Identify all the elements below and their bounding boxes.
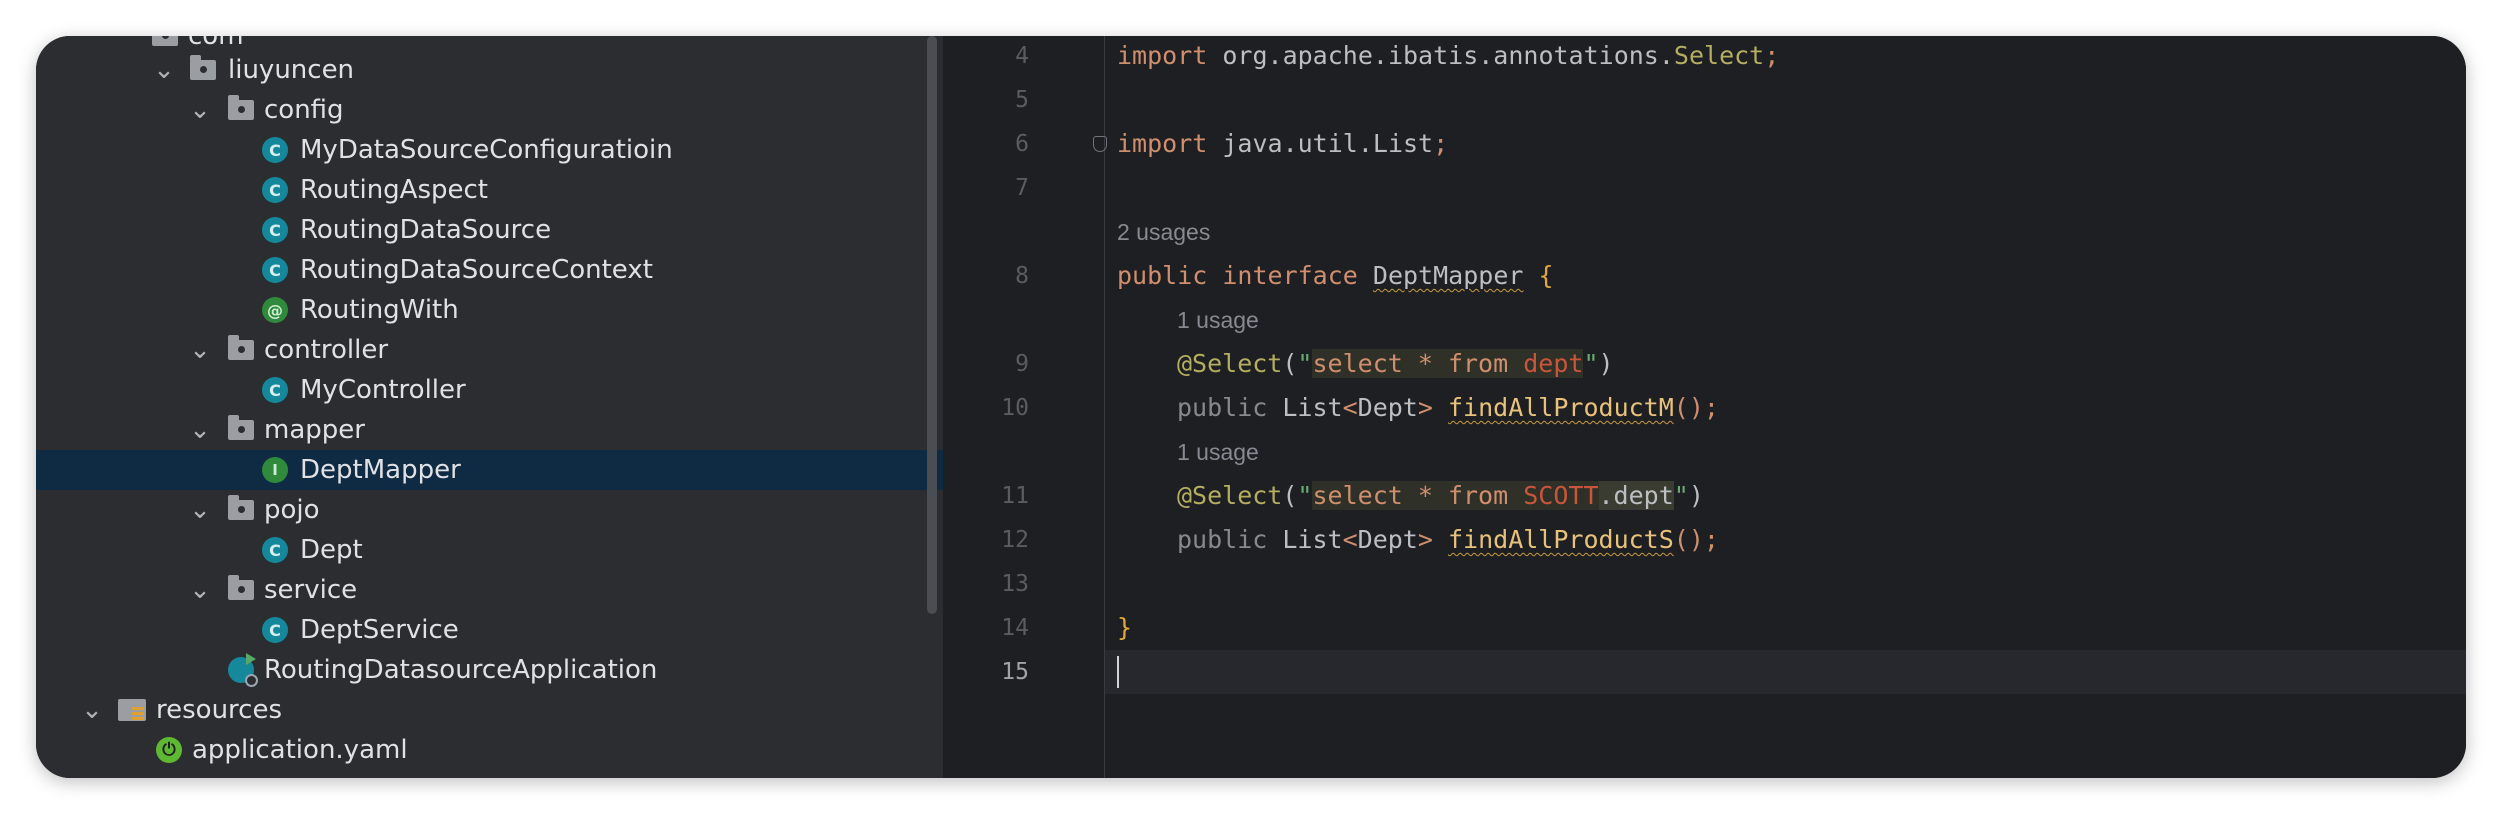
line-number: 13 [1001, 571, 1029, 597]
code-editor[interactable]: import org.apache.ibatis.annotations.Sel… [1093, 36, 2466, 778]
tree-row-mapper[interactable]: ⌄ mapper [36, 410, 943, 450]
tree-row-config[interactable]: ⌄ config [36, 90, 943, 130]
class-icon: C [262, 217, 288, 243]
tree-row-mycontroller[interactable]: C MyController [36, 370, 943, 410]
resources-folder-icon [118, 699, 146, 721]
tree-label: controller [264, 335, 389, 365]
line-number: 8 [1015, 263, 1029, 289]
tree-label: application.yaml [192, 735, 408, 765]
spring-app-class-icon [228, 653, 258, 687]
chevron-down-icon[interactable]: ⌄ [152, 55, 176, 85]
tree-label: liuyuncen [228, 55, 355, 85]
class-icon: C [262, 177, 288, 203]
tree-label: resources [156, 695, 283, 725]
class-icon: C [262, 537, 288, 563]
tree-row-deptmapper[interactable]: I DeptMapper [36, 450, 943, 490]
line-number: 6 [1015, 131, 1029, 157]
line-number: 14 [1001, 615, 1029, 641]
class-icon: C [262, 257, 288, 283]
text-cursor [1117, 656, 1119, 688]
tree-row-dept[interactable]: C Dept [36, 530, 943, 570]
folder-icon [228, 495, 254, 520]
tree-row-routingwith[interactable]: @ RoutingWith [36, 290, 943, 330]
line-number: 4 [1015, 43, 1029, 69]
code-line-6: import java.util.List; [1117, 129, 1449, 158]
tree-label: MyController [300, 375, 466, 405]
code-line-9: @Select("select * from dept") [1177, 349, 1614, 378]
folder-icon [152, 36, 178, 46]
tree-label: RoutingAspect [300, 175, 489, 205]
tree-label: service [264, 575, 358, 605]
chevron-down-icon[interactable]: ⌄ [188, 415, 212, 445]
line-number: 5 [1015, 87, 1029, 113]
tree-label: Dept [300, 535, 363, 565]
chevron-down-icon[interactable]: ⌄ [188, 335, 212, 365]
chevron-down-icon[interactable]: ⌄ [80, 695, 104, 725]
tree-scrollbar[interactable] [927, 36, 937, 614]
line-number: 7 [1015, 175, 1029, 201]
code-line-10: public List<Dept> findAllProductM(); [1177, 393, 1719, 422]
tree-row-resources[interactable]: ⌄ resources [36, 690, 943, 730]
code-line-14: } [1117, 613, 1133, 642]
class-icon: C [262, 377, 288, 403]
tree-label: com [188, 36, 244, 51]
tree-label: DeptService [300, 615, 459, 645]
chevron-down-icon[interactable]: ⌄ [188, 95, 212, 125]
tree-label: MyDataSourceConfiguratioin [300, 135, 673, 165]
tree-label: RoutingDataSource [300, 215, 552, 245]
folder-icon [190, 55, 216, 80]
tree-row-liuyuncen[interactable]: ⌄ liuyuncen [36, 50, 943, 90]
tree-row-application-yaml[interactable]: ⏻ application.yaml [36, 730, 943, 770]
line-number: 10 [1001, 395, 1029, 421]
tree-row-routingdatasource[interactable]: C RoutingDataSource [36, 210, 943, 250]
tree-label: mapper [264, 415, 365, 445]
tree-label: config [264, 95, 344, 125]
folder-icon [228, 575, 254, 600]
tree-row-mydatasourceconfiguratioin[interactable]: C MyDataSourceConfiguratioin [36, 130, 943, 170]
fold-marker-icon[interactable] [1093, 136, 1107, 152]
tree-label: pojo [264, 495, 320, 525]
tree-row-pojo[interactable]: ⌄ pojo [36, 490, 943, 530]
tree-row-routingaspect[interactable]: C RoutingAspect [36, 170, 943, 210]
code-line-8: public interface DeptMapper { [1117, 261, 1554, 290]
spring-config-icon: ⏻ [156, 737, 182, 763]
tree-label: RoutingDataSourceContext [300, 255, 653, 285]
ide-window: com ⌄ liuyuncen ⌄ config C MyDataSourceC… [36, 36, 2466, 778]
tree-row-routingdatasourceapplication[interactable]: RoutingDatasourceApplication [36, 650, 943, 690]
folder-icon [228, 415, 254, 440]
line-number: 9 [1015, 351, 1029, 377]
chevron-down-icon[interactable]: ⌄ [188, 495, 212, 525]
code-line-12: public List<Dept> findAllProductS(); [1177, 525, 1719, 554]
tree-row-service[interactable]: ⌄ service [36, 570, 943, 610]
class-icon: C [262, 617, 288, 643]
current-line-highlight [1105, 650, 2466, 694]
folder-icon [228, 95, 254, 120]
usages-hint[interactable]: 1 usage [1177, 430, 1259, 474]
project-tree: com ⌄ liuyuncen ⌄ config C MyDataSourceC… [36, 36, 943, 778]
editor-gutter: 4 5 6 7 8 9 10 11 12 13 14 15 [949, 36, 1104, 778]
line-number: 11 [1001, 483, 1029, 509]
line-number-current: 15 [1001, 659, 1029, 685]
annotation-icon: @ [262, 297, 288, 323]
folder-icon [228, 335, 254, 360]
tree-row-routingdatasourcecontext[interactable]: C RoutingDataSourceContext [36, 250, 943, 290]
class-icon: C [262, 137, 288, 163]
tree-row-controller[interactable]: ⌄ controller [36, 330, 943, 370]
interface-icon: I [262, 457, 288, 483]
chevron-down-icon[interactable]: ⌄ [188, 575, 212, 605]
usages-hint[interactable]: 2 usages [1117, 210, 1210, 254]
code-line-11: @Select("select * from SCOTT.dept") [1177, 481, 1704, 510]
tree-label: RoutingDatasourceApplication [264, 655, 658, 685]
tree-label: DeptMapper [300, 455, 461, 485]
usages-hint[interactable]: 1 usage [1177, 298, 1259, 342]
tree-label: RoutingWith [300, 295, 459, 325]
tree-row-deptservice[interactable]: C DeptService [36, 610, 943, 650]
code-line-4: import org.apache.ibatis.annotations.Sel… [1117, 41, 1780, 70]
line-number: 12 [1001, 527, 1029, 553]
